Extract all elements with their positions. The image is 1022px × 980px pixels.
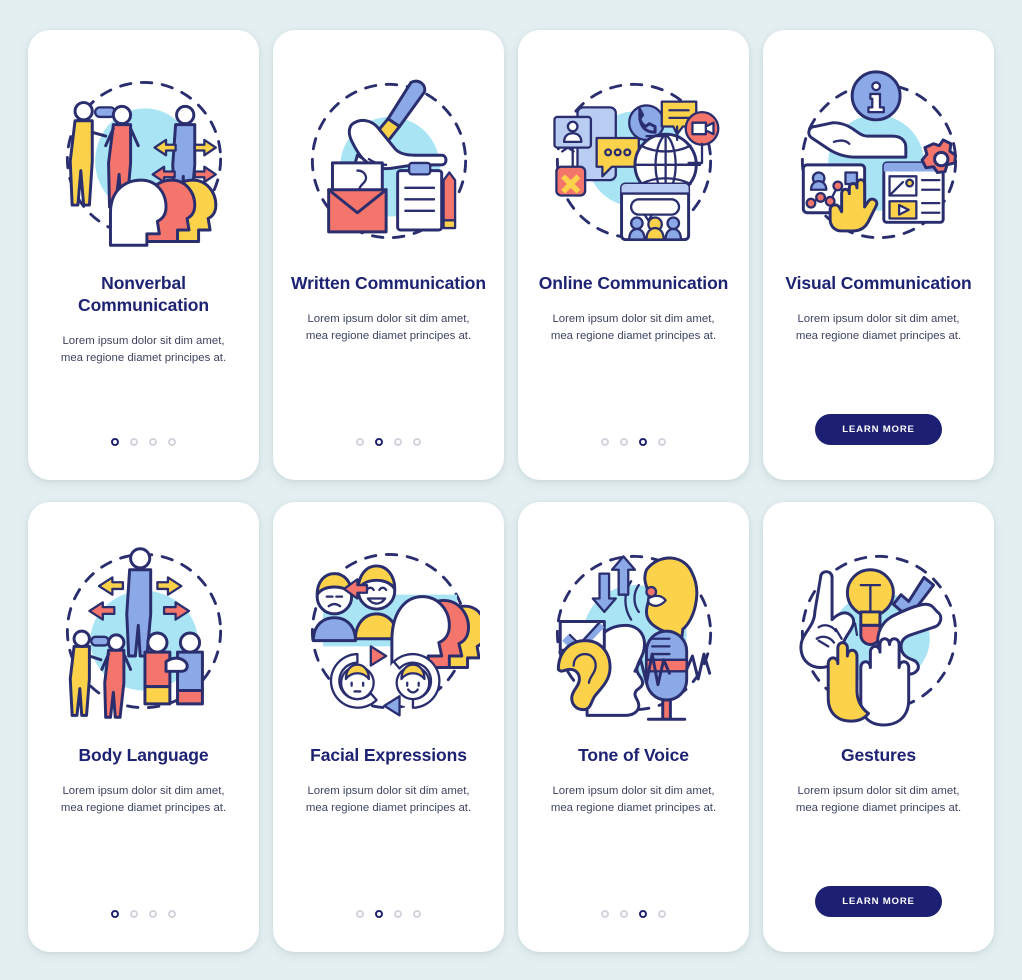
pagination-dot-1[interactable] (601, 438, 609, 446)
pagination-dot-1[interactable] (356, 910, 364, 918)
card-body-text: Lorem ipsum dolor sit dim amet, mea regi… (795, 313, 962, 343)
pagination-dot-4[interactable] (413, 438, 421, 446)
onboarding-card-tone-of-voice[interactable]: Tone of Voice Lorem ipsum dolor sit dim … (518, 502, 749, 952)
pagination-dot-1[interactable] (111, 438, 119, 446)
pagination-dot-3[interactable] (394, 438, 402, 446)
faces-emotions-cycle-icon (310, 553, 480, 717)
pagination-dot-4[interactable] (658, 910, 666, 918)
globe-chat-video-call-icon (552, 82, 719, 242)
pagination-dot-2[interactable] (375, 438, 383, 446)
card-title: Written Communication (291, 273, 486, 293)
pagination-dots[interactable] (356, 438, 421, 446)
pagination-dot-4[interactable] (413, 910, 421, 918)
pagination-dot-2[interactable] (375, 910, 383, 918)
info-hand-media-gear-icon (800, 70, 957, 240)
onboarding-screens-board: Nonverbal Communication Lorem ipsum dolo… (0, 0, 1022, 980)
onboarding-card-visual-communication[interactable]: Visual Communication Lorem ipsum dolor s… (763, 30, 994, 480)
pagination-dot-2[interactable] (620, 438, 628, 446)
pagination-dots[interactable] (601, 438, 666, 446)
hand-pen-envelope-clipboard-icon (310, 79, 467, 240)
pagination-dots[interactable] (356, 910, 421, 918)
pagination-dots[interactable] (111, 438, 176, 446)
pagination-dot-4[interactable] (658, 438, 666, 446)
card-body-text: Lorem ipsum dolor sit dim amet, mea regi… (60, 785, 227, 815)
onboarding-card-facial-expressions[interactable]: Facial Expressions Lorem ipsum dolor sit… (273, 502, 504, 952)
pagination-dot-1[interactable] (601, 910, 609, 918)
pagination-dot-3[interactable] (639, 438, 647, 446)
standing-people-arrows-icon (65, 547, 222, 719)
card-body-text: Lorem ipsum dolor sit dim amet, mea regi… (795, 785, 962, 815)
onboarding-card-gestures[interactable]: Gestures Lorem ipsum dolor sit dim amet,… (763, 502, 994, 952)
pagination-dots[interactable] (601, 910, 666, 918)
card-title: Online Communication (538, 273, 729, 293)
pagination-dots[interactable] (111, 910, 176, 918)
card-body-text: Lorem ipsum dolor sit dim amet, mea regi… (550, 313, 717, 343)
pagination-dot-4[interactable] (168, 438, 176, 446)
card-title: Body Language (78, 745, 209, 765)
onboarding-card-online-communication[interactable]: Online Communication Lorem ipsum dolor s… (518, 30, 749, 480)
hands-lightbulb-check-icon (798, 554, 957, 727)
pagination-dot-3[interactable] (149, 910, 157, 918)
microphone-ear-voice-icon (555, 554, 712, 721)
learn-more-button[interactable]: LEARN MORE (815, 414, 942, 445)
pagination-dot-3[interactable] (149, 438, 157, 446)
pagination-dot-2[interactable] (130, 438, 138, 446)
card-title: Tone of Voice (578, 745, 689, 765)
card-title: Visual Communication (785, 273, 972, 293)
pagination-dot-2[interactable] (130, 910, 138, 918)
onboarding-card-body-language[interactable]: Body Language Lorem ipsum dolor sit dim … (28, 502, 259, 952)
card-body-text: Lorem ipsum dolor sit dim amet, mea regi… (305, 785, 472, 815)
card-title: Nonverbal Communication (78, 273, 209, 316)
pagination-dot-2[interactable] (620, 910, 628, 918)
people-arrows-heads-icon (65, 81, 222, 247)
card-title: Facial Expressions (310, 745, 467, 765)
card-body-text: Lorem ipsum dolor sit dim amet, mea regi… (60, 335, 227, 365)
card-body-text: Lorem ipsum dolor sit dim amet, mea regi… (305, 313, 472, 343)
learn-more-button[interactable]: LEARN MORE (815, 886, 942, 917)
pagination-dot-1[interactable] (356, 438, 364, 446)
pagination-dot-3[interactable] (394, 910, 402, 918)
onboarding-card-nonverbal-communication[interactable]: Nonverbal Communication Lorem ipsum dolo… (28, 30, 259, 480)
pagination-dot-3[interactable] (639, 910, 647, 918)
onboarding-card-written-communication[interactable]: Written Communication Lorem ipsum dolor … (273, 30, 504, 480)
card-title: Gestures (840, 745, 917, 765)
pagination-dot-4[interactable] (168, 910, 176, 918)
card-body-text: Lorem ipsum dolor sit dim amet, mea regi… (550, 785, 717, 815)
pagination-dot-1[interactable] (111, 910, 119, 918)
